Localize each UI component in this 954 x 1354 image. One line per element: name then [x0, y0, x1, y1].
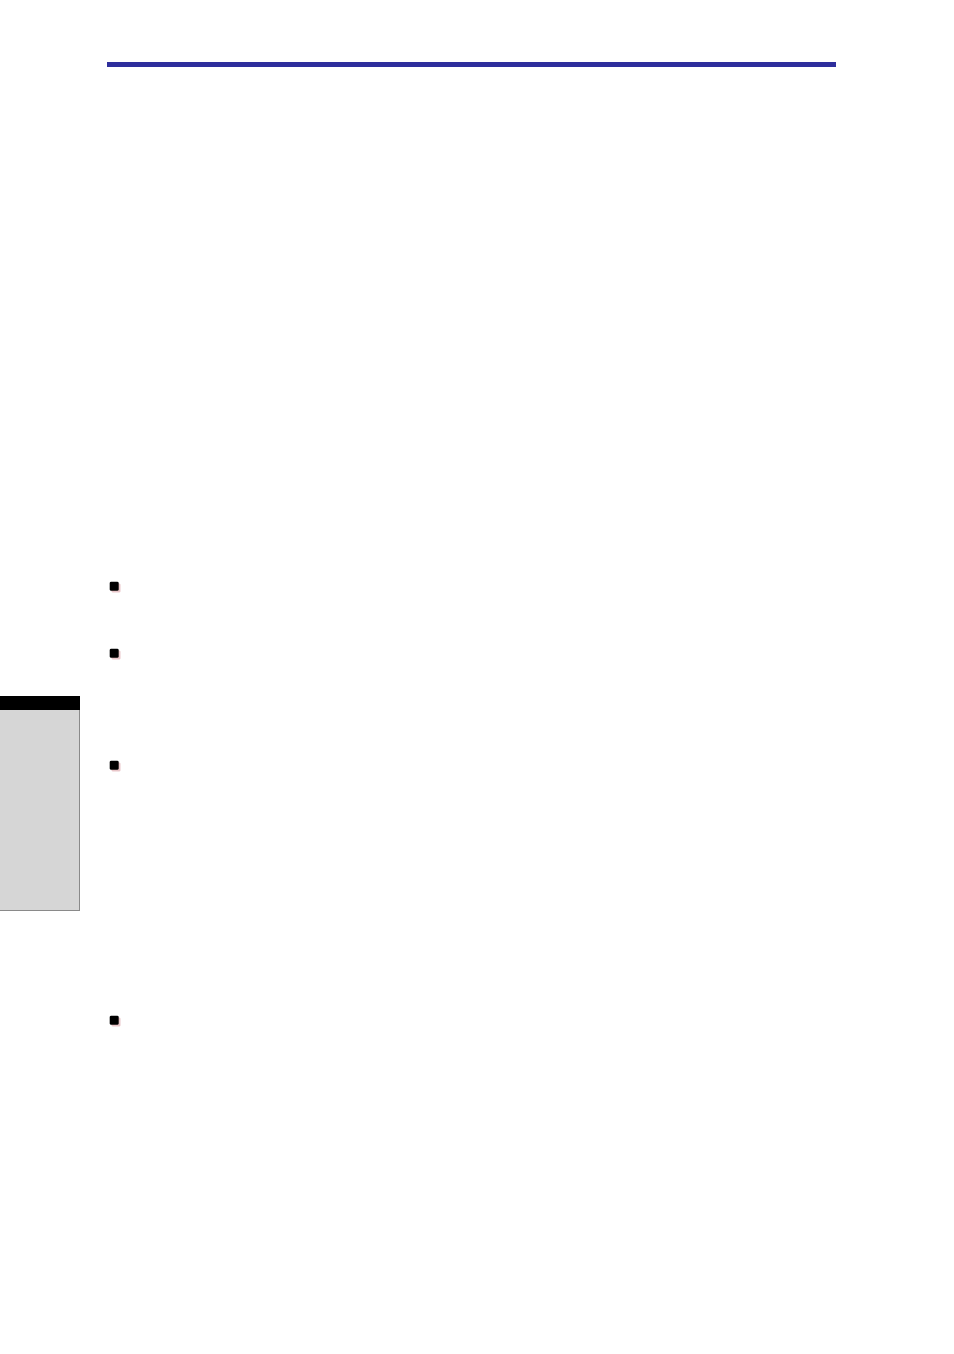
sidebar-panel [0, 710, 80, 911]
checkbox-bullet-icon [109, 760, 121, 772]
checkbox-bullet-icon [109, 1015, 121, 1027]
checkbox-bullet-icon [109, 648, 121, 660]
header-rule [107, 62, 836, 67]
checkbox-bullet-icon [109, 581, 121, 593]
sidebar-tab [0, 696, 80, 710]
